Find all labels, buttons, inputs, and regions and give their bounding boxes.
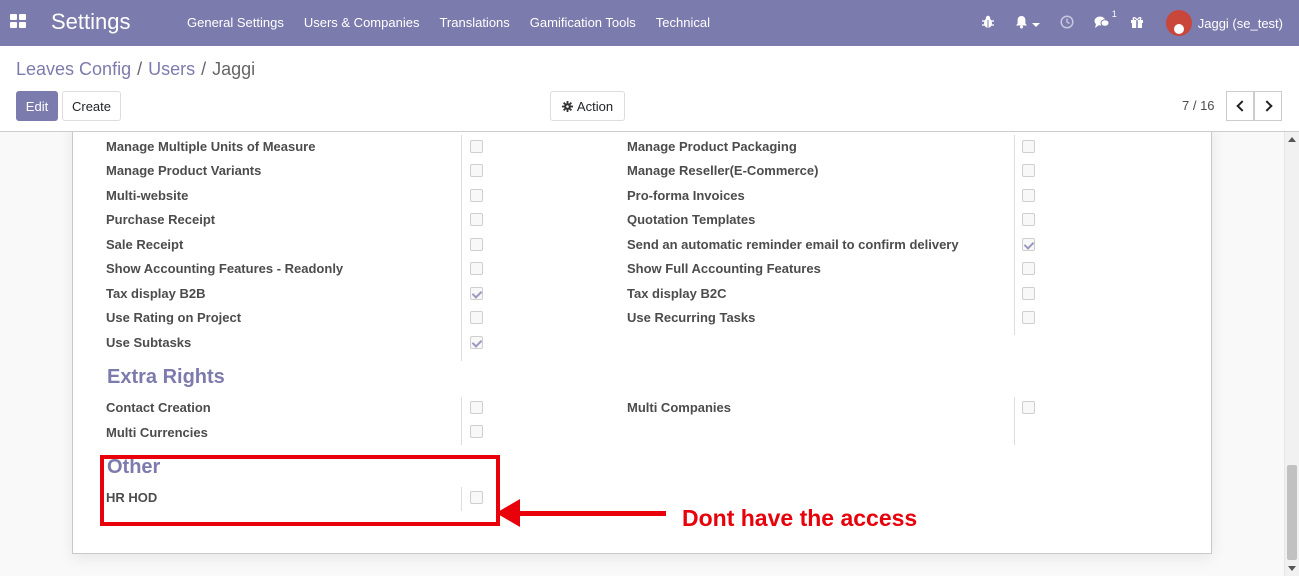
bug-icon[interactable] bbox=[981, 15, 995, 32]
breadcrumb-users[interactable]: Users bbox=[148, 59, 195, 80]
right-label: Contact Creation bbox=[106, 400, 211, 415]
right-checkbox[interactable] bbox=[470, 311, 483, 324]
annotation-highlight-box bbox=[100, 455, 500, 526]
right-label: Purchase Receipt bbox=[106, 212, 216, 227]
gift-icon[interactable] bbox=[1130, 15, 1144, 32]
action-button[interactable]: Action bbox=[550, 91, 625, 121]
clock-icon[interactable] bbox=[1060, 14, 1074, 32]
right-label: Multi-website bbox=[106, 188, 189, 203]
column-divider bbox=[461, 397, 462, 445]
right-checkbox[interactable] bbox=[470, 140, 483, 153]
scrollbar-thumb[interactable] bbox=[1287, 465, 1297, 560]
right-checkbox[interactable] bbox=[470, 262, 483, 275]
right-checkbox[interactable] bbox=[470, 287, 483, 300]
right-label: Use Recurring Tasks bbox=[627, 310, 756, 325]
section-title-extra-rights: Extra Rights bbox=[107, 366, 225, 388]
menu-technical[interactable]: Technical bbox=[646, 0, 720, 46]
chevron-right-icon bbox=[1260, 100, 1273, 112]
right-checkbox[interactable] bbox=[1022, 311, 1035, 324]
right-label: Tax display B2B bbox=[106, 286, 206, 301]
right-checkbox[interactable] bbox=[470, 401, 483, 414]
right-checkbox[interactable] bbox=[470, 189, 483, 202]
menu-translations[interactable]: Translations bbox=[429, 0, 519, 46]
column-divider bbox=[1014, 135, 1015, 335]
right-label: Send an automatic reminder email to conf… bbox=[627, 237, 959, 252]
right-label: Show Full Accounting Features bbox=[627, 261, 821, 276]
column-divider bbox=[1014, 397, 1015, 445]
right-label: Pro-forma Invoices bbox=[627, 188, 745, 203]
right-label: Use Rating on Project bbox=[106, 310, 242, 325]
top-menu: General Settings Users & Companies Trans… bbox=[177, 0, 720, 46]
right-checkbox[interactable] bbox=[1022, 262, 1035, 275]
right-checkbox[interactable] bbox=[1022, 401, 1035, 414]
right-label: Use Subtasks bbox=[106, 335, 192, 350]
right-label: Manage Multiple Units of Measure bbox=[106, 139, 316, 154]
action-label: Action bbox=[576, 98, 614, 114]
annotation-arrow-line bbox=[516, 511, 666, 516]
breadcrumb-current: Jaggi bbox=[212, 59, 256, 79]
right-label: Sale Receipt bbox=[106, 237, 184, 252]
chevron-left-icon bbox=[1235, 100, 1248, 112]
menu-gamification-tools[interactable]: Gamification Tools bbox=[520, 0, 646, 46]
pager-next-button[interactable] bbox=[1254, 91, 1282, 121]
breadcrumb-leaves-config[interactable]: Leaves Config bbox=[16, 59, 131, 80]
right-checkbox[interactable] bbox=[470, 336, 483, 349]
right-label: Manage Reseller(E-Commerce) bbox=[627, 163, 819, 178]
apps-menu-icon[interactable] bbox=[10, 14, 26, 28]
top-navbar: Settings General Settings Users & Compan… bbox=[0, 0, 1299, 46]
right-label: Multi Currencies bbox=[106, 425, 208, 440]
breadcrumb-separator: / bbox=[201, 59, 207, 79]
right-checkbox[interactable] bbox=[1022, 238, 1035, 251]
right-label: Quotation Templates bbox=[627, 212, 756, 227]
right-label: Multi Companies bbox=[627, 400, 732, 415]
bell-icon[interactable] bbox=[1015, 15, 1040, 32]
scroll-up-icon[interactable] bbox=[1288, 137, 1296, 142]
column-divider bbox=[461, 135, 462, 361]
right-checkbox[interactable] bbox=[1022, 140, 1035, 153]
messages-badge: 1 bbox=[1111, 8, 1117, 19]
right-checkbox[interactable] bbox=[1022, 164, 1035, 177]
right-checkbox[interactable] bbox=[470, 425, 483, 438]
right-label: Manage Product Variants bbox=[106, 163, 262, 178]
pager-value[interactable]: 7 / 16 bbox=[1182, 98, 1215, 113]
vertical-scrollbar[interactable] bbox=[1284, 132, 1299, 576]
right-checkbox[interactable] bbox=[1022, 189, 1035, 202]
right-label: Show Accounting Features - Readonly bbox=[106, 261, 344, 276]
systray: 1 Jaggi (se_test) bbox=[971, 0, 1299, 46]
messages-icon[interactable]: 1 bbox=[1094, 9, 1117, 32]
scroll-down-icon[interactable] bbox=[1288, 566, 1296, 571]
breadcrumb-separator: / bbox=[137, 59, 143, 79]
right-label: Manage Product Packaging bbox=[627, 139, 797, 154]
chevron-down-icon bbox=[1031, 22, 1040, 27]
create-button[interactable]: Create bbox=[62, 91, 121, 121]
avatar bbox=[1165, 10, 1192, 36]
menu-general-settings[interactable]: General Settings bbox=[177, 0, 294, 46]
right-checkbox[interactable] bbox=[1022, 213, 1035, 226]
app-title[interactable]: Settings bbox=[51, 9, 131, 35]
right-checkbox[interactable] bbox=[470, 213, 483, 226]
right-checkbox[interactable] bbox=[470, 238, 483, 251]
right-label: Tax display B2C bbox=[627, 286, 727, 301]
user-menu[interactable]: Jaggi (se_test) bbox=[1165, 10, 1283, 36]
edit-button[interactable]: Edit bbox=[16, 91, 58, 121]
gear-icon bbox=[561, 100, 573, 112]
pager-previous-button[interactable] bbox=[1226, 91, 1254, 121]
right-checkbox[interactable] bbox=[1022, 287, 1035, 300]
annotation-text: Dont have the access bbox=[682, 505, 918, 531]
breadcrumb: Leaves Config / Users / Jaggi bbox=[16, 59, 255, 80]
right-checkbox[interactable] bbox=[470, 164, 483, 177]
menu-users-companies[interactable]: Users & Companies bbox=[294, 0, 430, 46]
user-name: Jaggi (se_test) bbox=[1197, 15, 1283, 31]
